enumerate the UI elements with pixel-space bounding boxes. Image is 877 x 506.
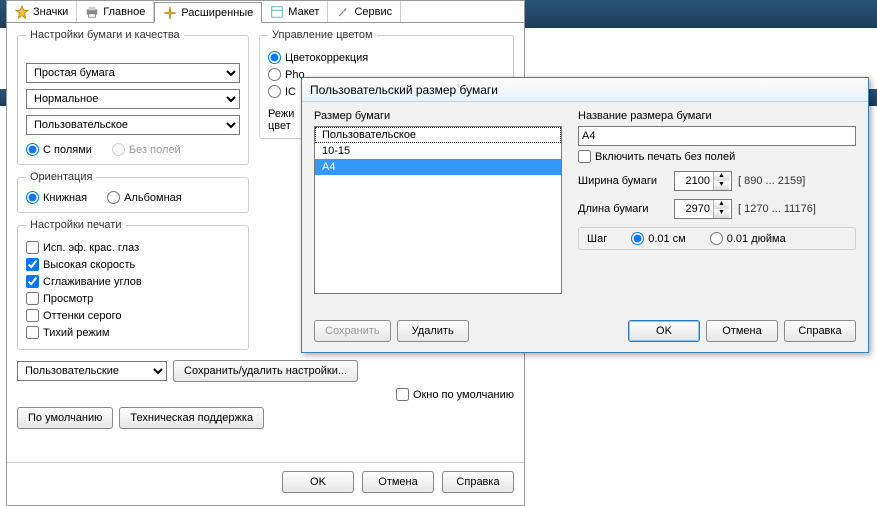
width-input[interactable] <box>675 172 713 190</box>
cancel-button[interactable]: Отмена <box>362 471 434 493</box>
quiet-check[interactable]: Тихий режим <box>26 326 240 339</box>
check-label: Исп. эф. крас. глаз <box>43 242 139 254</box>
sparkle-icon <box>163 6 177 20</box>
orientation-group: Ориентация Книжная Альбомная <box>17 171 249 213</box>
tab-main[interactable]: Главное <box>77 1 154 22</box>
length-range: [ 1270 ... 11176] <box>738 203 816 215</box>
check-label: Оттенки серого <box>43 310 121 322</box>
print-options-group: Настройки печати Исп. эф. крас. глаз Выс… <box>17 219 249 350</box>
no-margins-radio: Без полей <box>112 143 181 156</box>
length-input[interactable] <box>675 200 713 218</box>
spinner-buttons[interactable]: ▲▼ <box>713 172 729 190</box>
step-cm-radio[interactable]: 0.01 см <box>631 232 686 245</box>
borderless-check[interactable]: Включить печать без полей <box>578 150 856 163</box>
list-item[interactable]: Пользовательское <box>315 127 561 143</box>
radio-label: Книжная <box>43 192 87 204</box>
radio-label: 0.01 дюйма <box>727 233 786 245</box>
check-label: Окно по умолчанию <box>413 389 514 401</box>
tab-layout[interactable]: Макет <box>262 1 328 22</box>
radio-label: Цветокоррекция <box>285 52 368 64</box>
check-label: Высокая скорость <box>43 259 135 271</box>
width-range: [ 890 ... 2159] <box>738 175 805 187</box>
with-margins-radio[interactable]: С полями <box>26 143 92 156</box>
paper-type-combo[interactable]: Простая бумага <box>26 63 240 83</box>
group-legend: Настройки печати <box>26 219 126 231</box>
tab-label: Сервис <box>354 6 392 18</box>
group-legend: Управление цветом <box>268 29 377 41</box>
tabs: Значки Главное Расширенные Макет Сервис <box>7 1 524 23</box>
preview-check[interactable]: Просмотр <box>26 292 240 305</box>
layout-icon <box>270 5 284 19</box>
main-bottom-buttons: OK Отмена Справка <box>7 462 524 501</box>
paper-size-listbox[interactable]: Пользовательское 10-15 A4 <box>314 126 562 294</box>
tab-label: Главное <box>103 6 145 18</box>
group-legend: Настройки бумаги и качества <box>26 29 184 41</box>
radio-label: С полями <box>43 144 92 156</box>
name-label: Название размера бумаги <box>578 110 856 122</box>
radio-label: Без полей <box>129 144 181 156</box>
paper-width-spinner[interactable]: ▲▼ <box>674 171 732 191</box>
check-label: Включить печать без полей <box>595 151 735 163</box>
check-label: Тихий режим <box>43 327 109 339</box>
help-button[interactable]: Справка <box>442 471 514 493</box>
preset-combo[interactable]: Пользовательские <box>17 361 167 381</box>
tech-support-button[interactable]: Техническая поддержка <box>119 407 264 429</box>
paper-size-combo[interactable]: Пользовательское <box>26 115 240 135</box>
radio-label: 0.01 см <box>648 233 686 245</box>
smooth-check[interactable]: Сглаживание углов <box>26 275 240 288</box>
ok-button[interactable]: OK <box>282 471 354 493</box>
portrait-radio[interactable]: Книжная <box>26 191 87 204</box>
paper-length-spinner[interactable]: ▲▼ <box>674 199 732 219</box>
save-button: Сохранить <box>314 320 391 342</box>
length-label: Длина бумаги <box>578 203 668 215</box>
dialog-cancel-button[interactable]: Отмена <box>706 320 778 342</box>
check-label: Сглаживание углов <box>43 276 142 288</box>
defaults-button[interactable]: По умолчанию <box>17 407 113 429</box>
width-label: Ширина бумаги <box>578 175 668 187</box>
dialog-ok-button[interactable]: OK <box>628 320 700 342</box>
step-group: Шаг 0.01 см 0.01 дюйма <box>578 227 856 250</box>
default-window-check[interactable]: Окно по умолчанию <box>396 388 514 401</box>
tab-label: Макет <box>288 6 319 18</box>
list-item[interactable]: A4 <box>315 159 561 175</box>
radio-label: IC <box>285 86 296 98</box>
landscape-radio[interactable]: Альбомная <box>107 191 182 204</box>
tab-icons[interactable]: Значки <box>7 1 77 22</box>
printer-icon <box>85 5 99 19</box>
star-icon <box>15 5 29 19</box>
radio-label: Альбомная <box>124 192 182 204</box>
spinner-buttons[interactable]: ▲▼ <box>713 200 729 218</box>
dialog-help-button[interactable]: Справка <box>784 320 856 342</box>
step-label: Шаг <box>587 233 607 245</box>
high-speed-check[interactable]: Высокая скорость <box>26 258 240 271</box>
paper-name-input[interactable] <box>578 126 856 146</box>
tab-label: Расширенные <box>181 7 253 19</box>
size-list-label: Размер бумаги <box>314 110 562 122</box>
dialog-title: Пользовательский размер бумаги <box>302 78 868 102</box>
check-label: Просмотр <box>43 293 93 305</box>
step-in-radio[interactable]: 0.01 дюйма <box>710 232 786 245</box>
paper-quality-group: Настройки бумаги и качества Простая бума… <box>17 29 249 165</box>
quality-combo[interactable]: Нормальное <box>26 89 240 109</box>
save-delete-settings-button[interactable]: Сохранить/удалить настройки... <box>173 360 358 382</box>
tab-advanced[interactable]: Расширенные <box>154 2 262 23</box>
custom-paper-size-dialog: Пользовательский размер бумаги Размер бу… <box>301 77 869 353</box>
color-correction-radio[interactable]: Цветокоррекция <box>268 51 505 64</box>
tab-service[interactable]: Сервис <box>328 1 401 22</box>
group-legend: Ориентация <box>26 171 96 183</box>
list-item[interactable]: 10-15 <box>315 143 561 159</box>
gray-check[interactable]: Оттенки серого <box>26 309 240 322</box>
tab-label: Значки <box>33 6 68 18</box>
red-eye-check[interactable]: Исп. эф. крас. глаз <box>26 241 240 254</box>
delete-button[interactable]: Удалить <box>397 320 469 342</box>
wrench-icon <box>336 5 350 19</box>
